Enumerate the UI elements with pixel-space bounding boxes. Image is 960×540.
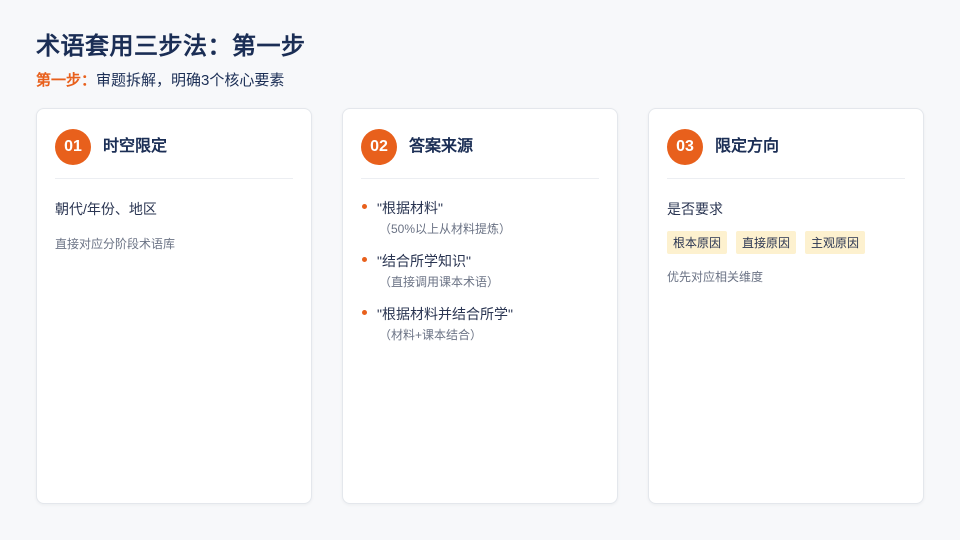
bullet-sub-text: （直接调用课本术语） — [379, 275, 500, 289]
card-note: 直接对应分阶段术语库 — [55, 237, 176, 251]
card-direction: 03 限定方向 是否要求 根本原因 直接原因 主观原因 优先对应相关维度 — [648, 108, 924, 504]
card-header: 02 答案来源 — [361, 129, 599, 179]
card-main-text: 是否要求 — [667, 201, 723, 217]
card-header: 01 时空限定 — [55, 129, 293, 179]
card-body: "根据材料" （50%以上从材料提炼） "结合所学知识" （直接调用课本术语） … — [361, 199, 599, 358]
card-answer-source: 02 答案来源 "根据材料" （50%以上从材料提炼） "结合所学知识" （直接… — [342, 108, 618, 504]
card-header: 03 限定方向 — [667, 129, 905, 179]
step-number-badge: 03 — [667, 129, 703, 165]
list-item: "根据材料并结合所学" （材料+课本结合） — [361, 305, 599, 343]
tag-direct-cause: 直接原因 — [736, 231, 797, 254]
bullet-main-text: "根据材料" — [377, 200, 443, 216]
card-title: 限定方向 — [715, 138, 780, 155]
card-body: 是否要求 根本原因 直接原因 主观原因 优先对应相关维度 — [667, 199, 905, 285]
step-number-badge: 02 — [361, 129, 397, 165]
tag-root-cause: 根本原因 — [667, 231, 728, 254]
card-title: 时空限定 — [103, 138, 168, 155]
bullet-dot-icon — [362, 310, 367, 315]
subtitle-step-label: 第一步： — [36, 72, 97, 89]
tag-group: 根本原因 直接原因 主观原因 — [667, 231, 905, 254]
bullet-main-text: "结合所学知识" — [377, 253, 471, 269]
card-body: 朝代/年份、地区 直接对应分阶段术语库 — [55, 199, 293, 252]
bullet-sub-text: （50%以上从材料提炼） — [379, 222, 512, 236]
step-number-badge: 01 — [55, 129, 91, 165]
tag-subjective-cause: 主观原因 — [805, 231, 866, 254]
card-title: 答案来源 — [409, 138, 474, 155]
bullet-dot-icon — [362, 204, 367, 209]
subtitle-text: 审题拆解，明确3个核心要素 — [96, 72, 285, 89]
bullet-main-text: "根据材料并结合所学" — [377, 306, 513, 322]
page-title: 术语套用三步法：第一步 — [36, 33, 306, 60]
bullet-dot-icon — [362, 257, 367, 262]
page-subtitle: 第一步：审题拆解，明确3个核心要素 — [36, 69, 284, 90]
card-time-space: 01 时空限定 朝代/年份、地区 直接对应分阶段术语库 — [36, 108, 312, 504]
list-item: "根据材料" （50%以上从材料提炼） — [361, 199, 599, 237]
bullet-sub-text: （材料+课本结合） — [379, 328, 483, 342]
card-note: 优先对应相关维度 — [667, 270, 764, 284]
card-main-text: 朝代/年份、地区 — [55, 201, 157, 217]
list-item: "结合所学知识" （直接调用课本术语） — [361, 252, 599, 290]
